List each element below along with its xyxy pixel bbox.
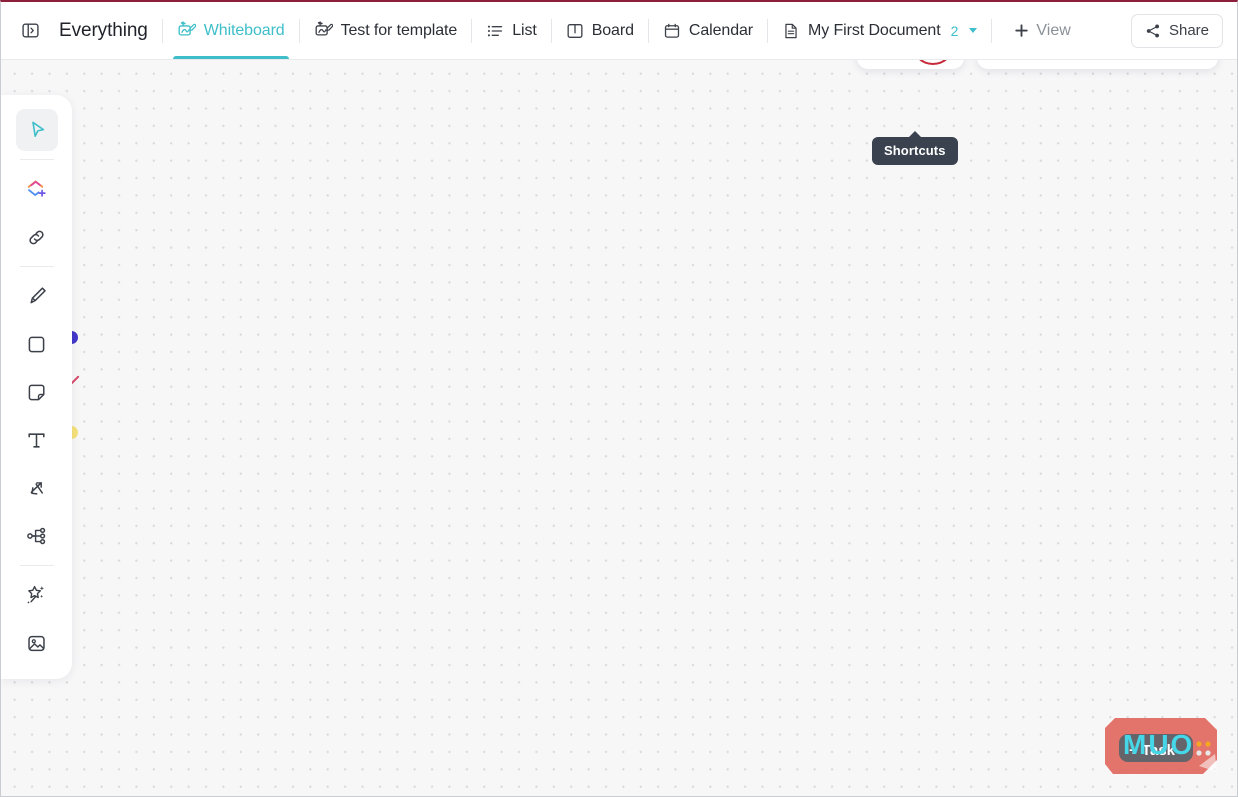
nav-divider [991,19,992,43]
board-icon [566,22,584,40]
tab-label: Board [592,22,634,40]
pen-icon [25,284,49,308]
left-toolbar [1,95,72,679]
nav-divider [162,19,163,43]
tab-label: Test for template [341,22,458,40]
shapes-add-icon [24,177,49,202]
tab-label: Whiteboard [204,22,285,40]
magic-wand-sparkles-icon [24,583,49,608]
add-view-button[interactable]: View [1004,16,1080,46]
rectangle-tool[interactable] [16,323,58,365]
whiteboard-icon [314,21,333,40]
share-icon [1145,23,1161,39]
tab-label: My First Document [808,22,941,40]
share-label: Share [1169,22,1209,39]
nav-divider [648,19,649,43]
connector-arrows-icon [25,477,48,500]
add-view-label: View [1036,22,1070,40]
tab-test-for-template[interactable]: Test for template [302,2,470,59]
cursor-icon [25,118,49,142]
nav-divider [471,19,472,43]
nav-divider [551,19,552,43]
share-button[interactable]: Share [1131,14,1223,48]
connector-tool[interactable] [16,467,58,509]
ai-tool[interactable] [16,574,58,616]
app-window: Everything Whiteboard Test for [0,0,1238,797]
pen-tool[interactable] [16,275,58,317]
image-icon [25,632,48,655]
tab-my-first-document[interactable]: My First Document 2 [770,2,989,59]
shortcuts-tooltip: Shortcuts [872,137,958,165]
calendar-icon [663,22,681,40]
mindmap-icon [25,524,49,548]
nav-divider [299,19,300,43]
tab-calendar[interactable]: Calendar [651,2,765,59]
sticky-note-tool[interactable] [16,371,58,413]
toolbar-divider [20,266,54,267]
text-icon [25,429,48,452]
tab-whiteboard[interactable]: Whiteboard [165,2,297,59]
nav-divider [767,19,768,43]
whiteboard-canvas[interactable] [1,60,1237,797]
document-icon [782,22,800,40]
whiteboard-icon [177,21,196,40]
document-count-badge: 2 [951,23,959,39]
select-tool[interactable] [16,109,58,151]
tab-label: Calendar [689,22,753,40]
toolbar-divider [20,159,54,160]
tab-label: List [512,22,537,40]
link-icon [25,226,48,249]
plus-icon [1014,23,1029,38]
shapes-tool[interactable] [16,168,58,210]
text-tool[interactable] [16,419,58,461]
list-icon [486,22,504,40]
top-navigation-bar: Everything Whiteboard Test for [1,2,1237,60]
panel-toggle-icon [21,21,40,40]
tab-list[interactable]: List [474,2,549,59]
image-tool[interactable] [16,622,58,664]
tab-board[interactable]: Board [554,2,646,59]
mindmap-tool[interactable] [16,515,58,557]
chevron-down-icon[interactable] [969,28,977,33]
sidebar-toggle-button[interactable] [15,16,45,46]
rectangle-icon [25,333,48,356]
space-name: Everything [59,20,148,42]
sticky-note-icon [25,381,48,404]
link-tool[interactable] [16,216,58,258]
toolbar-divider [20,565,54,566]
